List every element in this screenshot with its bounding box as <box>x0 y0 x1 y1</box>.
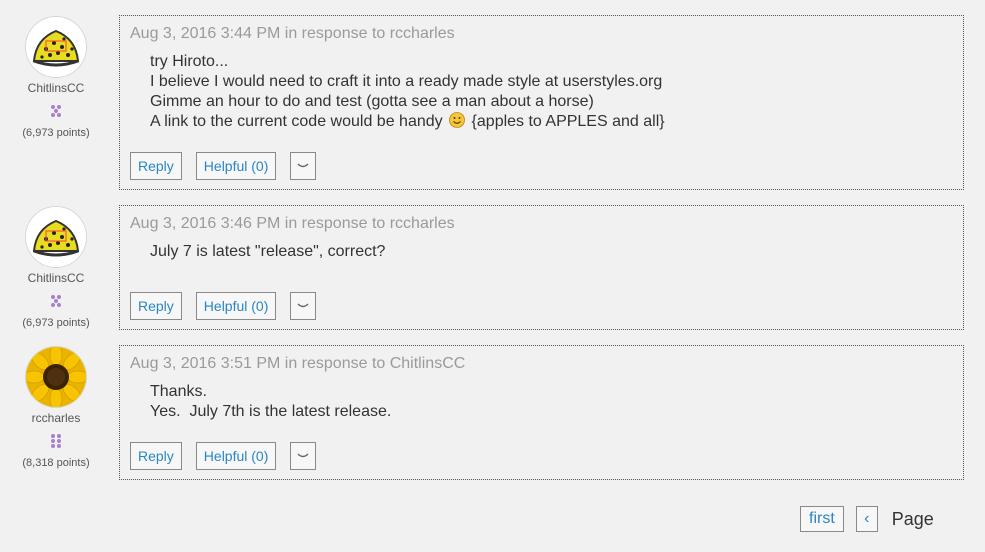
sunflower-avatar-icon <box>26 347 86 407</box>
avatar[interactable] <box>25 16 87 78</box>
body-line: I believe I would need to craft it into … <box>150 73 663 90</box>
author-card: ChitlinsCC (6,973 points) <box>0 206 112 329</box>
body-line-with-emoji: A link to the current code would be hand… <box>150 112 665 132</box>
post-meta: Aug 3, 2016 3:44 PM in response to rccha… <box>130 25 455 42</box>
chevron-left-icon: ‹ <box>864 510 870 527</box>
chevron-down-icon <box>297 303 309 308</box>
body-text: A link to the current code would be hand… <box>150 113 443 130</box>
post-body: try Hiroto... I believe I would need to … <box>150 52 665 132</box>
body-text: {apples to APPLES and all} <box>471 113 665 130</box>
author-card: ChitlinsCC (6,973 points) <box>0 16 112 139</box>
author-points: (6,973 points) <box>22 317 90 329</box>
author-name[interactable]: rccharles <box>0 411 112 425</box>
author-points: (8,318 points) <box>22 457 90 469</box>
chevron-down-icon <box>297 163 309 168</box>
first-page-button[interactable]: first <box>800 506 844 532</box>
post-body: July 7 is latest "release", correct? <box>150 242 385 262</box>
flower-rank-icon <box>48 103 64 119</box>
post-box: Aug 3, 2016 3:46 PM in response to rccha… <box>119 205 964 330</box>
author-points: (6,973 points) <box>22 127 90 139</box>
yellow-dotted-hat-avatar-icon <box>26 17 86 77</box>
flower-rank-icon <box>48 293 64 309</box>
avatar[interactable] <box>25 346 87 408</box>
post-body: Thanks. Yes. July 7th is the latest rele… <box>150 382 391 422</box>
chevron-down-icon <box>297 453 309 458</box>
pagination: first ‹ Page <box>800 506 934 532</box>
body-line: Gimme an hour to do and test (gotta see … <box>150 93 594 110</box>
grid-dots-rank-icon <box>48 433 64 449</box>
helpful-button[interactable]: Helpful (0) <box>195 292 277 320</box>
author-name[interactable]: ChitlinsCC <box>0 81 112 95</box>
body-line: Yes. July 7th is the latest release. <box>150 403 392 420</box>
helpful-button[interactable]: Helpful (0) <box>195 442 277 470</box>
body-line: try Hiroto... <box>150 53 229 70</box>
helpful-button[interactable]: Helpful (0) <box>195 152 277 180</box>
smiley-icon <box>449 112 465 128</box>
author-card: rccharles (8,318 points) <box>0 346 112 469</box>
post-meta: Aug 3, 2016 3:51 PM in response to Chitl… <box>130 355 466 372</box>
post-actions: Reply Helpful (0) <box>130 442 330 470</box>
reply-button[interactable]: Reply <box>130 442 182 470</box>
post-actions: Reply Helpful (0) <box>130 292 330 320</box>
more-options-button[interactable] <box>290 152 317 180</box>
post-box: Aug 3, 2016 3:51 PM in response to Chitl… <box>119 345 964 480</box>
yellow-dotted-hat-avatar-icon <box>26 207 86 267</box>
previous-page-button[interactable]: ‹ <box>855 506 878 532</box>
author-name[interactable]: ChitlinsCC <box>0 271 112 285</box>
discussion-page: ChitlinsCC (6,973 points) Aug 3, 2016 3:… <box>0 0 985 552</box>
post-box: Aug 3, 2016 3:44 PM in response to rccha… <box>119 15 964 190</box>
reply-button[interactable]: Reply <box>130 152 182 180</box>
body-line: July 7 is latest "release", correct? <box>150 243 386 260</box>
body-line: Thanks. <box>150 383 207 400</box>
post-meta: Aug 3, 2016 3:46 PM in response to rccha… <box>130 215 455 232</box>
avatar[interactable] <box>25 206 87 268</box>
post-actions: Reply Helpful (0) <box>130 152 330 180</box>
page-label: Page <box>891 508 934 529</box>
more-options-button[interactable] <box>290 292 317 320</box>
reply-button[interactable]: Reply <box>130 292 182 320</box>
more-options-button[interactable] <box>290 442 317 470</box>
